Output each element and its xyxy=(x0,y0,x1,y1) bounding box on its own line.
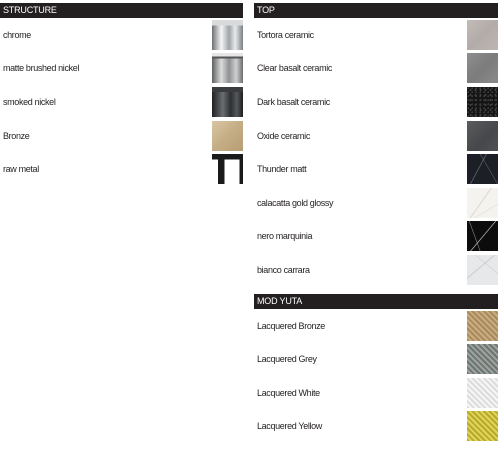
top-list: Tortora ceramic Clear basalt ceramic Dar… xyxy=(254,18,498,287)
oxide-ceramic-swatch xyxy=(467,120,498,151)
lacquered-bronze-swatch xyxy=(467,310,498,341)
mod-yuta-header: MOD YUTA xyxy=(254,293,498,309)
dark-basalt-swatch xyxy=(467,86,498,117)
finish-label: Lacquered Grey xyxy=(257,354,317,365)
finish-label: Lacquered Bronze xyxy=(257,320,325,331)
finish-label: chrome xyxy=(3,29,31,40)
finish-label: calacatta gold glossy xyxy=(257,197,334,208)
top-header: TOP xyxy=(254,3,498,18)
matte-brushed-nickel-swatch xyxy=(212,53,243,84)
chrome-swatch xyxy=(212,19,243,50)
finish-label: smoked nickel xyxy=(3,96,56,107)
lacquered-white-swatch xyxy=(467,377,498,408)
finish-label: Lacquered Yellow xyxy=(257,421,322,432)
lacquered-grey-swatch xyxy=(467,344,498,375)
list-item: matte brushed nickel xyxy=(0,52,243,86)
finish-label: nero marquinia xyxy=(257,231,313,242)
finish-label: Thunder matt xyxy=(257,164,307,175)
finish-label: Clear basalt ceramic xyxy=(257,63,333,74)
finish-label: Tortora ceramic xyxy=(257,29,314,40)
list-item: smoked nickel xyxy=(0,85,243,119)
list-item: Lacquered Bronze xyxy=(254,309,498,343)
top-section: TOP Tortora ceramic Clear basalt ceramic… xyxy=(254,3,498,443)
structure-header: STRUCTURE xyxy=(0,3,243,18)
list-item: Clear basalt ceramic xyxy=(254,52,498,86)
smoked-nickel-swatch xyxy=(212,86,243,117)
list-item: calacatta gold glossy xyxy=(254,186,498,220)
mod-yuta-list: Lacquered Bronze Lacquered Grey Lacquere… xyxy=(254,309,498,443)
bianco-carrara-swatch xyxy=(467,254,498,285)
mod-yuta-section: MOD YUTA Lacquered Bronze Lacquered Grey… xyxy=(254,293,498,443)
structure-list: chrome matte brushed nickel smoked nicke… xyxy=(0,18,243,186)
bronze-swatch xyxy=(212,120,243,151)
list-item: Thunder matt xyxy=(254,152,498,186)
finish-label: bianco carrara xyxy=(257,264,310,275)
finish-label: Lacquered White xyxy=(257,387,320,398)
finish-label: Dark basalt ceramic xyxy=(257,96,330,107)
clear-basalt-swatch xyxy=(467,53,498,84)
list-item: raw metal xyxy=(0,152,243,186)
list-item: Dark basalt ceramic xyxy=(254,85,498,119)
nero-marquinia-swatch xyxy=(467,221,498,252)
list-item: Lacquered Yellow xyxy=(254,410,498,444)
finish-label: matte brushed nickel xyxy=(3,63,80,74)
finish-label: raw metal xyxy=(3,164,39,175)
calacatta-gold-swatch xyxy=(467,187,498,218)
list-item: Lacquered Grey xyxy=(254,342,498,376)
finish-label: Bronze xyxy=(3,130,30,141)
tortora-ceramic-swatch xyxy=(467,19,498,50)
list-item: chrome xyxy=(0,18,243,52)
list-item: Bronze xyxy=(0,119,243,153)
raw-metal-swatch xyxy=(212,154,243,185)
thunder-matt-swatch xyxy=(467,154,498,185)
list-item: Tortora ceramic xyxy=(254,18,498,52)
list-item: Lacquered White xyxy=(254,376,498,410)
list-item: nero marquinia xyxy=(254,220,498,254)
finish-label: Oxide ceramic xyxy=(257,130,310,141)
structure-section: STRUCTURE chrome matte brushed nickel sm… xyxy=(0,3,243,186)
list-item: Oxide ceramic xyxy=(254,119,498,153)
list-item: bianco carrara xyxy=(254,253,498,287)
lacquered-yellow-swatch xyxy=(467,411,498,442)
